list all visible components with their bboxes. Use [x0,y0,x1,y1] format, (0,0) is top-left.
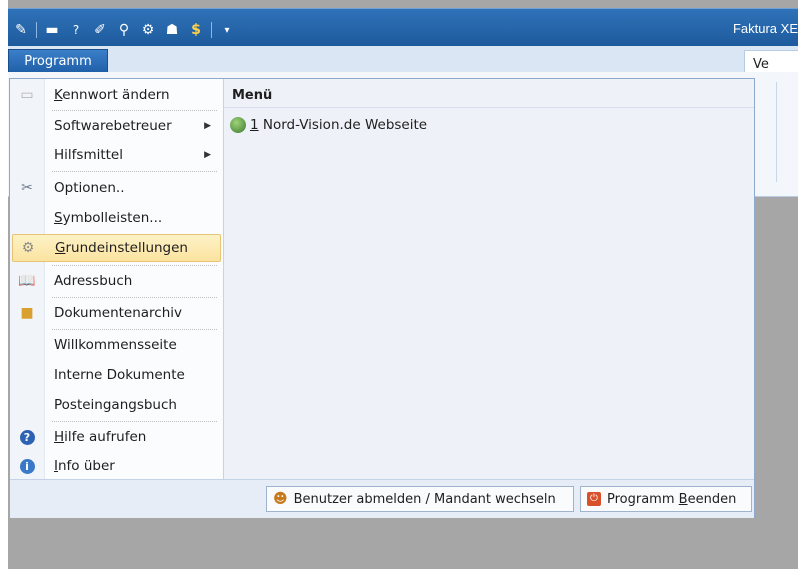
menu-item-label: Posteingangsbuch [54,397,177,413]
password-icon: ▭ [20,87,34,103]
help-icon[interactable]: ? [67,21,85,39]
menu-item-optionen[interactable]: ✂ Optionen.. [12,174,221,202]
tab-programm[interactable]: Programm [8,49,108,73]
menu-item-label: Grundeinstellungen [55,240,188,256]
separator [36,22,37,38]
menu-item-label: Optionen.. [54,180,125,196]
menu-item-posteingangsbuch[interactable]: Posteingangsbuch [12,391,221,419]
tools-icon: ✂ [21,180,33,196]
menu-item-label: Softwarebetreuer [54,118,172,134]
gear-icon: ⚙ [21,240,35,256]
menu-item-label: Hilfe aufrufen [54,429,147,445]
menu-item-willkommensseite[interactable]: Willkommensseite [12,331,221,359]
menu-item-interne-dokumente[interactable]: Interne Dokumente [12,361,221,389]
info-icon: i [12,458,42,474]
people-icon[interactable]: ☗ [163,21,181,39]
menu-item-adressbuch[interactable]: 📖 Adressbuch [12,267,221,295]
menu-commands: ▭ Kennwort ändern Softwarebetreuer ▶ Hil… [10,79,224,479]
menu-item-label: Info über [54,458,115,474]
menu-item-softwarebetreuer[interactable]: Softwarebetreuer ▶ [12,112,221,140]
menu-separator [52,421,217,422]
menu-item-dokumentenarchiv[interactable]: ■ Dokumentenarchiv [12,299,221,327]
menu-item-label: Interne Dokumente [54,367,185,383]
window-title: Faktura XE [732,21,798,36]
menu-separator [52,265,217,266]
separator [211,22,212,38]
recent-header: Menü [232,88,273,103]
help-icon: ? [12,429,42,445]
power-icon: ⏻ [587,492,601,506]
customize-icon[interactable]: ▾ [218,21,236,39]
users-icon: ☻ [273,491,288,507]
quit-button[interactable]: ⏻ Programm Beenden [580,486,752,512]
menu-item-label: Symbolleisten... [54,210,163,226]
logout-button-label: Benutzer abmelden / Mandant wechseln [293,491,556,507]
tools-icon[interactable]: ⚙ [139,21,157,39]
quit-button-label: Programm Beenden [607,491,737,507]
header-divider [224,107,754,108]
menu-item-label: Dokumentenarchiv [54,305,183,321]
dollar-icon[interactable]: $ [187,21,205,39]
web-link-icon [230,117,246,133]
window-icon[interactable]: ▬ [43,21,61,39]
menu-item-grundeinstellungen[interactable]: ⚙ Grundeinstellungen [12,234,221,262]
book-icon: 📖 [18,273,36,289]
application-menu: ▭ Kennwort ändern Softwarebetreuer ▶ Hil… [9,78,755,518]
ribbon-tab-strip: Programm Ve [8,46,798,76]
ribbon-group-separator [776,82,777,182]
menu-footer: ☻ Benutzer abmelden / Mandant wechseln ⏻… [10,479,754,518]
recent-item-nord-vision[interactable]: 1 Nord-Vision.de Webseite [230,117,427,133]
menu-item-label: Willkommensseite [54,337,177,353]
menu-item-info[interactable]: i Info über [12,452,221,480]
menu-item-symbolleisten[interactable]: Symbolleisten... [12,204,221,232]
recent-item-label: 1 Nord-Vision.de Webseite [250,117,428,133]
menu-separator [52,297,217,298]
submenu-arrow-icon: ▶ [204,150,211,160]
menu-item-label: Hilfsmittel [54,147,123,163]
menu-separator [52,110,217,111]
search-icon[interactable]: ⚲ [115,21,133,39]
recent-items-panel: Menü 1 Nord-Vision.de Webseite [224,79,754,479]
menu-item-kennwort[interactable]: ▭ Kennwort ändern [12,81,221,109]
window-left-edge [0,0,8,569]
menu-separator [52,329,217,330]
menu-separator [52,171,217,172]
menu-item-label: Kennwort ändern [54,87,170,103]
menu-item-hilfe[interactable]: ? Hilfe aufrufen [12,423,221,451]
title-bar: ✎ ▬ ? ✐ ⚲ ⚙ ☗ $ ▾ Faktura XE [8,8,798,47]
logout-button[interactable]: ☻ Benutzer abmelden / Mandant wechseln [266,486,574,512]
edit-icon[interactable]: ✐ [91,21,109,39]
box-icon: ■ [20,305,34,321]
menu-item-label: Adressbuch [54,273,133,289]
app-icon[interactable]: ✎ [12,21,30,39]
quick-access-toolbar: ✎ ▬ ? ✐ ⚲ ⚙ ☗ $ ▾ [12,19,236,41]
submenu-arrow-icon: ▶ [204,121,211,131]
menu-item-hilfsmittel[interactable]: Hilfsmittel ▶ [12,141,221,169]
